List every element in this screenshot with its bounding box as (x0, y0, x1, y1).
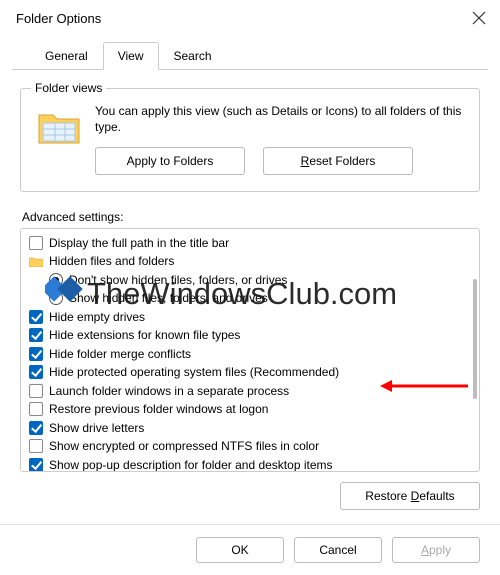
radio-icon[interactable] (49, 291, 63, 305)
apply-to-folders-button[interactable]: Apply to Folders (95, 147, 245, 175)
checkbox-icon[interactable] (29, 365, 43, 379)
list-item[interactable]: Hide extensions for known file types (29, 326, 469, 345)
advanced-settings-list: Display the full path in the title bar Hi… (20, 228, 480, 472)
list-item-label: Hidden files and folders (49, 254, 174, 268)
close-icon[interactable] (472, 11, 486, 25)
checkbox-icon[interactable] (29, 347, 43, 361)
list-item[interactable]: Display the full path in the title bar (29, 233, 469, 252)
folder-views-description: You can apply this view (such as Details… (95, 103, 463, 135)
titlebar: Folder Options (0, 0, 500, 36)
folder-views-label: Folder views (31, 81, 106, 95)
window-title: Folder Options (16, 11, 101, 26)
radio-icon[interactable] (49, 273, 63, 287)
list-item-label: Show encrypted or compressed NTFS files … (49, 439, 319, 453)
checkbox-icon[interactable] (29, 439, 43, 453)
list-item-label: Restore previous folder windows at logon (49, 402, 268, 416)
list-item[interactable]: Don't show hidden files, folders, or dri… (29, 270, 469, 289)
folder-icon (37, 107, 81, 147)
cancel-button[interactable]: Cancel (294, 537, 382, 563)
list-item[interactable]: Hide protected operating system files (R… (29, 363, 469, 382)
folder-views-group: Folder views You can apply this view (su… (20, 88, 480, 192)
checkbox-icon[interactable] (29, 236, 43, 250)
dialog-footer: OK Cancel Apply (0, 524, 500, 575)
ok-button[interactable]: OK (196, 537, 284, 563)
list-item-label: Hide folder merge conflicts (49, 347, 191, 361)
list-item-label: Show drive letters (49, 421, 144, 435)
reset-folders-label: eset Folders (309, 154, 375, 168)
checkbox-icon[interactable] (29, 458, 43, 472)
reset-folders-button[interactable]: Reset Folders (263, 147, 413, 175)
list-item-label: Hide empty drives (49, 310, 145, 324)
list-item-label: Hide extensions for known file types (49, 328, 240, 342)
restore-defaults-button[interactable]: Restore Defaults (340, 482, 480, 510)
list-item[interactable]: Show hidden files, folders, and drives (29, 289, 469, 308)
list-item[interactable]: Show encrypted or compressed NTFS files … (29, 437, 469, 456)
checkbox-icon[interactable] (29, 402, 43, 416)
list-item[interactable]: Restore previous folder windows at logon (29, 400, 469, 419)
checkbox-icon[interactable] (29, 328, 43, 342)
scrollbar-thumb[interactable] (473, 279, 477, 399)
checkbox-icon[interactable] (29, 310, 43, 324)
list-item-label: Display the full path in the title bar (49, 236, 229, 250)
checkbox-icon[interactable] (29, 421, 43, 435)
list-item[interactable]: Hide folder merge conflicts (29, 344, 469, 363)
tab-content: Folder views You can apply this view (su… (0, 70, 500, 520)
list-item[interactable]: Show pop-up description for folder and d… (29, 455, 469, 472)
tab-bar: General View Search (12, 40, 488, 70)
tab-view[interactable]: View (103, 42, 159, 70)
list-item-label: Launch folder windows in a separate proc… (49, 384, 289, 398)
tab-general[interactable]: General (30, 42, 103, 70)
list-item[interactable]: Hide empty drives (29, 307, 469, 326)
list-item[interactable]: Hidden files and folders (29, 252, 469, 271)
list-item-label: Don't show hidden files, folders, or dri… (69, 273, 287, 287)
advanced-settings-label: Advanced settings: (22, 210, 480, 224)
list-item-label: Hide protected operating system files (R… (49, 365, 339, 379)
list-item-label: Show hidden files, folders, and drives (69, 291, 268, 305)
checkbox-icon[interactable] (29, 384, 43, 398)
list-item[interactable]: Launch folder windows in a separate proc… (29, 381, 469, 400)
list-item[interactable]: Show drive letters (29, 418, 469, 437)
apply-button[interactable]: Apply (392, 537, 480, 563)
folder-icon (29, 256, 43, 267)
tab-search[interactable]: Search (159, 42, 227, 70)
list-item-label: Show pop-up description for folder and d… (49, 458, 333, 472)
